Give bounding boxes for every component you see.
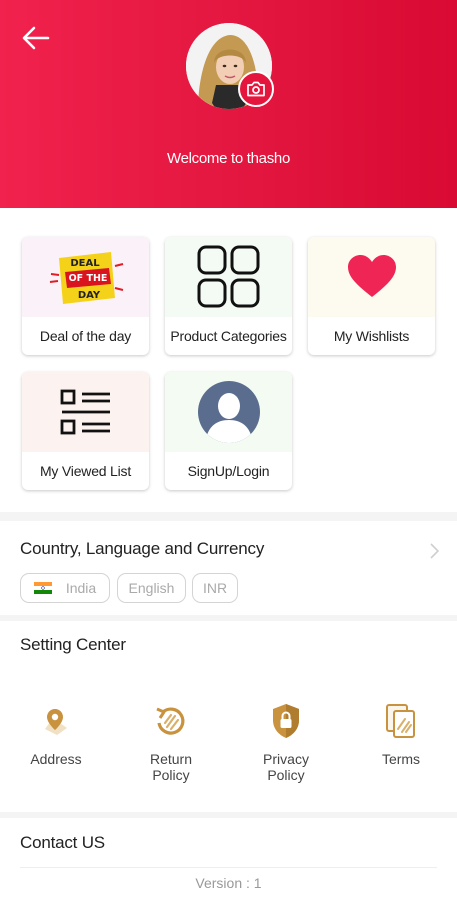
- setting-label: Terms: [381, 751, 421, 767]
- camera-icon: [247, 81, 265, 97]
- setting-center-section: Setting Center Address Return Policy Pri…: [0, 621, 457, 812]
- currency-label: INR: [202, 580, 228, 596]
- divider: [20, 867, 437, 868]
- language-pill[interactable]: English: [117, 573, 186, 603]
- badge-line-1: DEAL: [70, 258, 100, 269]
- badge-line-3: DAY: [77, 290, 100, 301]
- profile-avatar[interactable]: [186, 23, 274, 109]
- tile-deal-of-the-day[interactable]: DEAL OF THE DAY Deal of the day: [22, 237, 149, 355]
- locale-section[interactable]: Country, Language and Currency India Eng…: [0, 521, 457, 615]
- contact-section: Contact US Version : 1: [0, 818, 457, 900]
- list-icon: [60, 389, 110, 435]
- setting-label-line-2: Policy: [152, 767, 190, 783]
- settings-title: Setting Center: [20, 635, 126, 654]
- change-photo-button[interactable]: [238, 71, 274, 107]
- deal-of-the-day-badge: DEAL OF THE DAY: [49, 252, 123, 304]
- setting-privacy-policy[interactable]: Privacy Policy: [231, 701, 341, 783]
- back-button[interactable]: [20, 22, 56, 54]
- tile-image: DEAL OF THE DAY: [22, 237, 149, 317]
- location-icon: [45, 709, 67, 735]
- grid-icon: [197, 245, 259, 308]
- profile-header: Welcome to thasho: [0, 0, 457, 208]
- setting-label-line-1: Return: [149, 751, 193, 767]
- lock-shield-icon: [273, 704, 299, 738]
- tile-label: Product Categories: [170, 328, 287, 344]
- tile-image: [22, 372, 149, 452]
- return-icon: [156, 707, 185, 735]
- contact-title: Contact US: [20, 833, 105, 852]
- tile-image: [165, 372, 292, 452]
- heart-icon: [347, 255, 396, 297]
- language-label: English: [128, 580, 175, 596]
- setting-return-policy[interactable]: Return Policy: [116, 701, 226, 783]
- tile-my-wishlists[interactable]: My Wishlists: [308, 237, 435, 355]
- tile-image: [308, 237, 435, 317]
- setting-terms[interactable]: Terms: [346, 701, 456, 767]
- setting-label-line-2: Policy: [267, 767, 305, 783]
- tile-label: My Viewed List: [39, 463, 132, 479]
- india-flag-icon: [33, 582, 52, 594]
- user-avatar-icon: [197, 381, 260, 443]
- tile-image: [165, 237, 292, 317]
- tile-my-viewed-list[interactable]: My Viewed List: [22, 372, 149, 490]
- setting-label-line-1: Privacy: [263, 751, 309, 767]
- setting-address[interactable]: Address: [1, 701, 111, 767]
- currency-pill[interactable]: INR: [192, 573, 238, 603]
- chevron-right-icon[interactable]: [429, 543, 439, 559]
- quick-links-grid: DEAL OF THE DAY Deal of the day Product …: [0, 208, 457, 512]
- setting-label: Address: [30, 751, 82, 767]
- country-label: India: [65, 580, 97, 596]
- document-icon: [386, 704, 415, 738]
- welcome-text: Welcome to thasho: [166, 150, 291, 167]
- tile-product-categories[interactable]: Product Categories: [165, 237, 292, 355]
- locale-title: Country, Language and Currency: [20, 539, 265, 558]
- version-text: Version : 1: [195, 875, 262, 891]
- badge-line-2: OF THE: [68, 273, 107, 284]
- tile-label: My Wishlists: [333, 328, 410, 344]
- country-pill[interactable]: India: [20, 573, 110, 603]
- tile-signup-login[interactable]: SignUp/Login: [165, 372, 292, 490]
- arrow-left-icon: [22, 26, 50, 50]
- tile-label: SignUp/Login: [187, 463, 270, 479]
- tile-label: Deal of the day: [39, 328, 132, 344]
